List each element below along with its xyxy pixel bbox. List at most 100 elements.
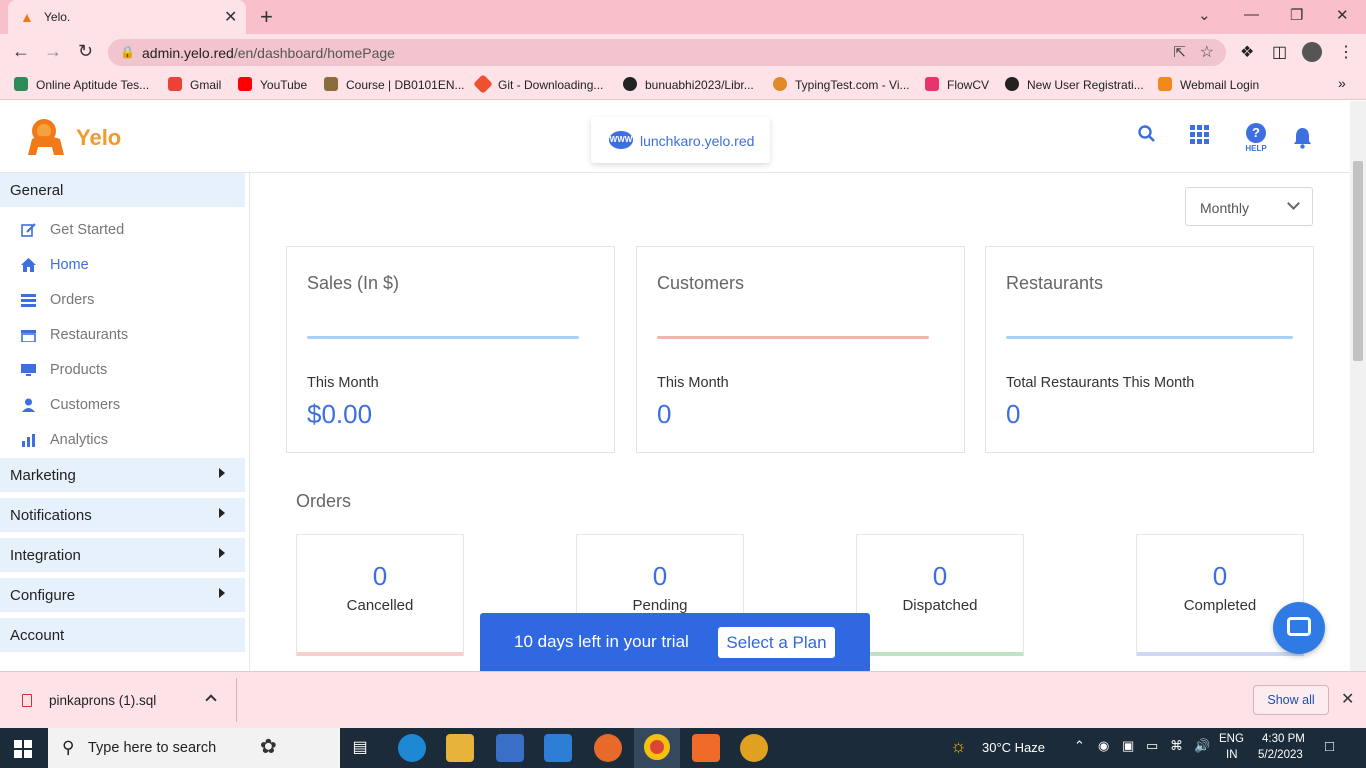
- bookmark-item[interactable]: Gmail: [168, 77, 221, 92]
- bookmark-item[interactable]: Course | DB0101EN...: [324, 77, 465, 92]
- bell-icon[interactable]: [1293, 127, 1312, 149]
- more-bookmarks-icon[interactable]: »: [1338, 75, 1346, 91]
- weather-text[interactable]: 30°C Haze: [982, 740, 1045, 755]
- extensions-icon[interactable]: ❖: [1240, 42, 1254, 62]
- clock-time[interactable]: 4:30 PM: [1262, 733, 1305, 745]
- order-card-dispatched[interactable]: 0 Dispatched: [856, 534, 1024, 656]
- sidebar-item-customers[interactable]: Customers: [0, 390, 245, 420]
- bookmark-star-icon[interactable]: ☆: [1200, 42, 1214, 62]
- section-label: Notifications: [10, 507, 92, 524]
- bookmark-item[interactable]: Online Aptitude Tes...: [14, 77, 149, 92]
- show-all-button[interactable]: Show all: [1253, 685, 1329, 715]
- sidebar-section-notifications[interactable]: Notifications: [0, 498, 245, 532]
- download-bar: pinkaprons (1).sql Show all ✕: [0, 671, 1366, 728]
- back-icon[interactable]: ←: [12, 41, 30, 62]
- sidebar-section-integration[interactable]: Integration: [0, 538, 245, 572]
- period-select[interactable]: Monthly: [1185, 187, 1313, 226]
- sidebar: General Get Started Home Orders Restaura…: [0, 173, 250, 671]
- download-item[interactable]: pinkaprons (1).sql: [49, 693, 156, 708]
- order-label: Cancelled: [346, 597, 414, 614]
- bookmark-item[interactable]: FlowCV: [925, 77, 989, 92]
- close-window-icon[interactable]: ✕: [1336, 6, 1349, 24]
- bookmark-favicon-icon: [14, 77, 28, 91]
- help-label: HELP: [1245, 144, 1267, 153]
- clock-date[interactable]: 5/2/2023: [1258, 749, 1303, 761]
- record-icon[interactable]: ◉: [1098, 738, 1109, 754]
- browser-tab[interactable]: ▲ Yelo. ✕: [8, 0, 246, 34]
- stat-chart-line: [657, 336, 929, 339]
- bookmark-item[interactable]: Webmail Login: [1158, 77, 1259, 92]
- flower-decoration-icon: ✿: [260, 736, 277, 758]
- cpanel-icon: [1158, 77, 1172, 91]
- apps-grid-icon[interactable]: [1190, 125, 1210, 145]
- file-icon: [22, 694, 32, 707]
- period-value: Monthly: [1200, 200, 1250, 216]
- slack-icon[interactable]: [740, 734, 768, 762]
- yelo-logo[interactable]: Yelo: [24, 115, 134, 159]
- edge-icon[interactable]: [398, 734, 426, 762]
- restore-icon[interactable]: ❐: [1290, 6, 1303, 24]
- reload-icon[interactable]: ↻: [78, 41, 93, 62]
- sidebar-item-label: Get Started: [50, 222, 125, 238]
- page-scrollbar[interactable]: [1350, 101, 1366, 671]
- bookmark-item[interactable]: TypingTest.com - Vi...: [773, 77, 910, 92]
- windows-start-icon[interactable]: [14, 740, 32, 758]
- language-bottom[interactable]: IN: [1226, 749, 1238, 761]
- stat-title: Restaurants: [1006, 273, 1104, 293]
- sidebar-section-general[interactable]: General: [0, 173, 245, 207]
- close-tab-icon[interactable]: ✕: [224, 7, 237, 27]
- taskbar-search[interactable]: ⚲ Type here to search ✿: [48, 728, 340, 768]
- search-icon[interactable]: [1138, 125, 1156, 143]
- chat-button[interactable]: [1273, 602, 1325, 654]
- camera-icon[interactable]: ▣: [1122, 738, 1134, 754]
- stat-card-sales: Sales (In $) This Month $0.00: [286, 246, 615, 453]
- sidebar-item-products[interactable]: Products: [0, 355, 245, 385]
- chevron-up-icon[interactable]: [205, 694, 217, 706]
- order-label: Dispatched: [902, 597, 978, 614]
- sidebar-item-restaurants[interactable]: Restaurants: [0, 320, 245, 350]
- close-download-bar-icon[interactable]: ✕: [1341, 689, 1354, 709]
- select-plan-button[interactable]: Select a Plan: [718, 627, 835, 658]
- sidebar-item-get-started[interactable]: Get Started: [0, 215, 245, 245]
- mail-icon[interactable]: [544, 734, 572, 762]
- address-bar[interactable]: 🔒 admin.yelo.red/en/dashboard/homePage ⇱…: [108, 39, 1226, 66]
- task-view-icon[interactable]: ▤: [346, 734, 374, 762]
- firefox-icon[interactable]: [594, 734, 622, 762]
- menu-icon[interactable]: ⋮: [1338, 42, 1354, 62]
- sidebar-item-label: Customers: [50, 397, 121, 413]
- scrollbar-thumb[interactable]: [1353, 161, 1363, 361]
- sidebar-item-orders[interactable]: Orders: [0, 285, 245, 315]
- order-card-cancelled[interactable]: 0 Cancelled: [296, 534, 464, 656]
- language-top[interactable]: ENG: [1219, 733, 1244, 745]
- share-icon[interactable]: ⇱: [1173, 43, 1186, 61]
- bookmark-item[interactable]: bunuabhi2023/Libr...: [623, 77, 754, 92]
- section-label: Integration: [10, 547, 81, 564]
- help-button[interactable]: ? HELP: [1242, 123, 1270, 157]
- sidebar-section-marketing[interactable]: Marketing: [0, 458, 245, 492]
- sidebar-item-home[interactable]: Home: [0, 250, 245, 280]
- chrome-taskbar-button[interactable]: [634, 728, 680, 768]
- domain-link[interactable]: WWW lunchkaro.yelo.red: [591, 117, 770, 163]
- side-panel-icon[interactable]: ◫: [1272, 42, 1287, 62]
- wifi-icon[interactable]: ⌘: [1170, 738, 1183, 754]
- xampp-icon[interactable]: [692, 734, 720, 762]
- bookmark-item[interactable]: Git - Downloading...: [473, 74, 603, 94]
- notification-center-icon[interactable]: □: [1325, 738, 1334, 755]
- show-hidden-icons-icon[interactable]: ⌃: [1074, 738, 1085, 754]
- user-icon: [22, 398, 35, 412]
- battery-icon[interactable]: ▭: [1146, 738, 1158, 754]
- profile-avatar[interactable]: [1302, 42, 1322, 62]
- sidebar-item-analytics[interactable]: Analytics: [0, 425, 245, 455]
- forward-icon[interactable]: →: [44, 41, 62, 62]
- minimize-icon[interactable]: —: [1244, 6, 1259, 23]
- bookmark-item[interactable]: YouTube: [238, 77, 307, 92]
- sidebar-section-configure[interactable]: Configure: [0, 578, 245, 612]
- file-explorer-icon[interactable]: [446, 734, 474, 762]
- tab-search-icon[interactable]: ⌄: [1198, 6, 1211, 24]
- store-icon[interactable]: [496, 734, 524, 762]
- volume-icon[interactable]: 🔊: [1194, 738, 1210, 754]
- sidebar-section-account[interactable]: Account: [0, 618, 245, 652]
- new-tab-icon[interactable]: +: [260, 4, 273, 30]
- stat-subtitle: This Month: [307, 375, 379, 391]
- bookmark-item[interactable]: New User Registrati...: [1005, 77, 1144, 92]
